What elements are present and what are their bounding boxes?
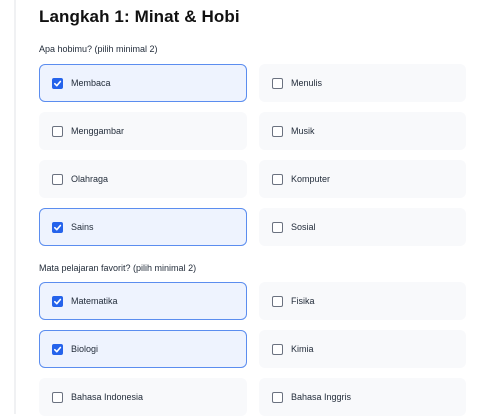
option-label: Sains [71, 222, 94, 232]
option-kimia[interactable]: Kimia [259, 330, 466, 368]
option-label: Fisika [291, 296, 315, 306]
option-matematika[interactable]: Matematika [39, 282, 247, 320]
checkmark-icon [53, 80, 62, 86]
option-label: Menulis [291, 78, 323, 88]
option-label: Sosial [291, 222, 316, 232]
checkbox[interactable] [272, 125, 283, 137]
page-title: Langkah 1: Minat & Hobi [39, 7, 240, 26]
option-bahasa-indonesia[interactable]: Bahasa Indonesia [39, 378, 247, 416]
option-label: Musik [291, 126, 315, 136]
checkbox[interactable] [272, 221, 283, 233]
option-olahraga[interactable]: Olahraga [39, 160, 247, 198]
option-membaca[interactable]: Membaca [39, 64, 247, 102]
checkbox[interactable] [272, 173, 283, 185]
checkbox[interactable] [272, 343, 283, 355]
checkbox[interactable] [272, 295, 283, 307]
option-label: Olahraga [71, 174, 109, 184]
hobbies-question: Apa hobimu? (pilih minimal 2) [39, 44, 158, 54]
option-komputer[interactable]: Komputer [259, 160, 466, 198]
option-fisika[interactable]: Fisika [259, 282, 466, 320]
option-label: Komputer [291, 174, 331, 184]
option-musik[interactable]: Musik [259, 112, 466, 150]
checkbox[interactable] [52, 221, 63, 233]
option-label: Membaca [71, 78, 111, 88]
checkmark-icon [53, 346, 62, 352]
left-divider [14, 0, 16, 414]
checkbox[interactable] [52, 343, 63, 355]
option-sains[interactable]: Sains [39, 208, 247, 246]
option-biologi[interactable]: Biologi [39, 330, 247, 368]
option-bahasa-inggris[interactable]: Bahasa Inggris [259, 378, 466, 416]
option-menulis[interactable]: Menulis [259, 64, 466, 102]
checkbox[interactable] [52, 295, 63, 307]
checkbox[interactable] [52, 125, 63, 137]
checkbox[interactable] [52, 77, 63, 89]
subjects-question: Mata pelajaran favorit? (pilih minimal 2… [39, 263, 197, 273]
checkbox[interactable] [272, 77, 283, 89]
checkmark-icon [53, 298, 62, 304]
option-label: Kimia [291, 344, 314, 354]
option-label: Matematika [71, 296, 118, 306]
option-label: Biologi [71, 344, 99, 354]
option-menggambar[interactable]: Menggambar [39, 112, 247, 150]
option-sosial[interactable]: Sosial [259, 208, 466, 246]
checkbox[interactable] [272, 391, 283, 403]
checkmark-icon [53, 224, 62, 230]
option-label: Bahasa Indonesia [71, 392, 144, 402]
checkbox[interactable] [52, 173, 63, 185]
option-label: Menggambar [71, 126, 125, 136]
checkbox[interactable] [52, 391, 63, 403]
option-label: Bahasa Inggris [291, 392, 352, 402]
